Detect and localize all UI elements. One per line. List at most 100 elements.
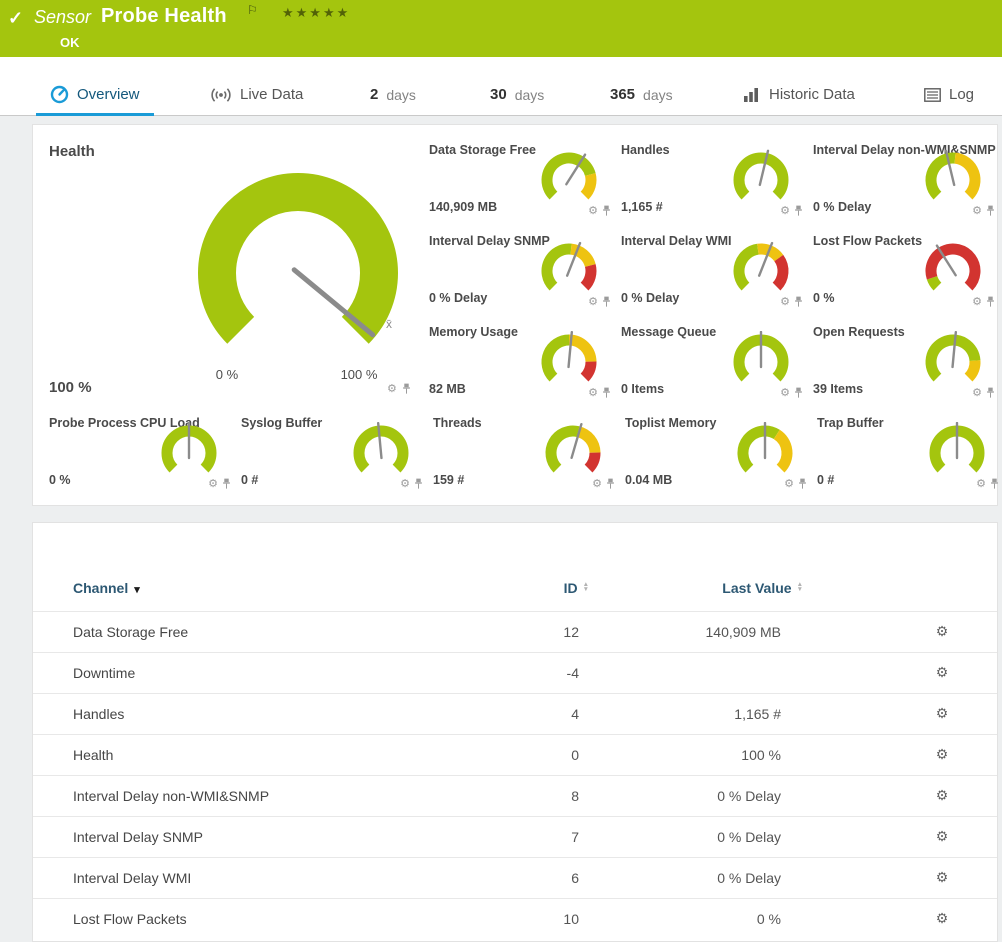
tab-historic-data[interactable]: Historic Data [728,76,869,116]
pin-icon[interactable] [794,387,803,399]
tab-live-data[interactable]: Live Data [196,76,317,116]
gauge-cell: Interval Delay SNMP 0 % Delay ⚙ [429,234,619,320]
table-row[interactable]: Interval Delay SNMP70 % Delay⚙ [33,816,997,857]
gauge-value: 0.04 MB [625,473,672,487]
tab-label: Log [949,86,974,103]
gear-icon[interactable]: ⚙ [588,206,598,217]
table-row[interactable]: Health0100 %⚙ [33,734,997,775]
gauge-actions: ⚙ [592,478,615,490]
gauge-actions: ⚙ [400,478,423,490]
gauge-cell: Open Requests39 Items⚙ [813,325,1002,411]
gear-icon[interactable]: ⚙ [208,479,218,490]
table-row[interactable]: Data Storage Free 12 140,909 MB ⚙ [33,611,997,652]
table-row[interactable]: Lost Flow Packets100 %⚙ [33,898,997,939]
gear-icon[interactable]: ⚙ [780,297,790,308]
pin-icon[interactable] [794,296,803,308]
gear-icon[interactable]: ⚙ [976,479,986,490]
pin-icon[interactable] [990,478,999,490]
gear-icon[interactable]: ⚙ [400,479,410,490]
gear-icon[interactable]: ⚙ [780,388,790,399]
pin-icon[interactable] [222,478,231,490]
id-cell: 12 [433,624,579,640]
pin-icon[interactable] [794,205,803,217]
gauge-title: Interval Delay SNMP [429,234,550,248]
table-row[interactable]: Downtime-4⚙ [33,652,997,693]
column-label: ID [564,580,578,596]
pin-icon[interactable] [602,387,611,399]
channel-cell[interactable]: Handles [73,706,124,722]
gear-icon[interactable]: ⚙ [931,623,953,640]
gear-icon[interactable]: ⚙ [972,388,982,399]
gauge-actions: ⚙ [588,387,611,399]
pin-icon[interactable] [986,387,995,399]
channel-cell[interactable]: Data Storage Free [73,624,188,640]
gear-icon[interactable]: ⚙ [972,297,982,308]
gear-icon[interactable]: ⚙ [784,479,794,490]
sensor-header: ✓ Sensor Probe Health ⚐ ★★★★★ OK [0,0,1002,57]
gear-icon[interactable]: ⚙ [931,828,953,845]
gear-icon[interactable]: ⚙ [387,384,397,395]
gauge-value: 0 Items [621,382,664,396]
status-check-icon: ✓ [8,8,23,29]
table-row[interactable]: Handles41,165 #⚙ [33,693,997,734]
pin-icon[interactable] [402,383,411,395]
sort-caret-icon: ▾ [134,584,140,596]
column-last-value[interactable]: Last Value▲▼ [613,580,803,596]
table-row[interactable]: Interval Delay WMI60 % Delay⚙ [33,857,997,898]
gear-icon[interactable]: ⚙ [931,910,953,927]
id-cell: 7 [433,829,579,845]
gauge-actions: ⚙ [972,387,995,399]
gauge-actions: ⚙ [780,296,803,308]
channel-cell[interactable]: Health [73,747,113,763]
flag-icon[interactable]: ⚐ [247,3,258,17]
gear-icon[interactable]: ⚙ [972,206,982,217]
table-row[interactable]: Interval Delay non-WMI&SNMP80 % Delay⚙ [33,775,997,816]
gauge-cell: Trap Buffer0 #⚙ [817,416,1002,502]
gauge-title: Lost Flow Packets [813,234,922,248]
table-body: Data Storage Free12140,909 MB⚙Downtime-4… [33,611,997,939]
tab-log[interactable]: Log [910,76,988,116]
gear-icon[interactable]: ⚙ [931,746,953,763]
gauge-value: 0 % [813,291,835,305]
channel-cell[interactable]: Interval Delay SNMP [73,829,203,845]
pin-icon[interactable] [606,478,615,490]
column-channel[interactable]: Channel▾ [73,580,140,596]
last-value-cell: 140,909 MB [593,624,781,640]
health-gauge-actions: ⚙ [387,383,411,395]
gauge-cell: Toplist Memory0.04 MB⚙ [625,416,815,502]
gear-icon[interactable]: ⚙ [931,787,953,804]
gauge-value: 0 % Delay [429,291,487,305]
gear-icon[interactable]: ⚙ [588,388,598,399]
gear-icon[interactable]: ⚙ [780,206,790,217]
gauge-title: Data Storage Free [429,143,536,157]
column-id[interactable]: ID▲▼ [439,580,589,596]
health-gauge-value: 100 % [49,379,92,396]
pin-icon[interactable] [986,296,995,308]
channel-cell[interactable]: Lost Flow Packets [73,911,187,927]
priority-stars[interactable]: ★★★★★ [282,5,350,21]
gauge-cell: Syslog Buffer0 #⚙ [241,416,431,502]
gauge-title: Message Queue [621,325,716,339]
gear-icon[interactable]: ⚙ [931,664,953,681]
tab-2-days[interactable]: 2 days [356,76,430,116]
gear-icon[interactable]: ⚙ [931,705,953,722]
gear-icon[interactable]: ⚙ [931,869,953,886]
tab-365-days[interactable]: 365 days [596,76,687,116]
tab-overview[interactable]: Overview [36,76,154,116]
channel-cell[interactable]: Interval Delay WMI [73,870,191,886]
pin-icon[interactable] [602,296,611,308]
gauge-actions: ⚙ [208,478,231,490]
pin-icon[interactable] [414,478,423,490]
tab-30-days[interactable]: 30 days [476,76,558,116]
pin-icon[interactable] [602,205,611,217]
channel-cell[interactable]: Interval Delay non-WMI&SNMP [73,788,269,804]
gear-icon[interactable]: ⚙ [588,297,598,308]
pin-icon[interactable] [986,205,995,217]
gear-icon[interactable]: ⚙ [592,479,602,490]
gauge-actions: ⚙ [780,205,803,217]
tab-number: 2 [370,86,378,103]
gauge-actions: ⚙ [976,478,999,490]
channel-cell[interactable]: Downtime [73,665,135,681]
tab-number: 365 [610,86,635,103]
pin-icon[interactable] [798,478,807,490]
